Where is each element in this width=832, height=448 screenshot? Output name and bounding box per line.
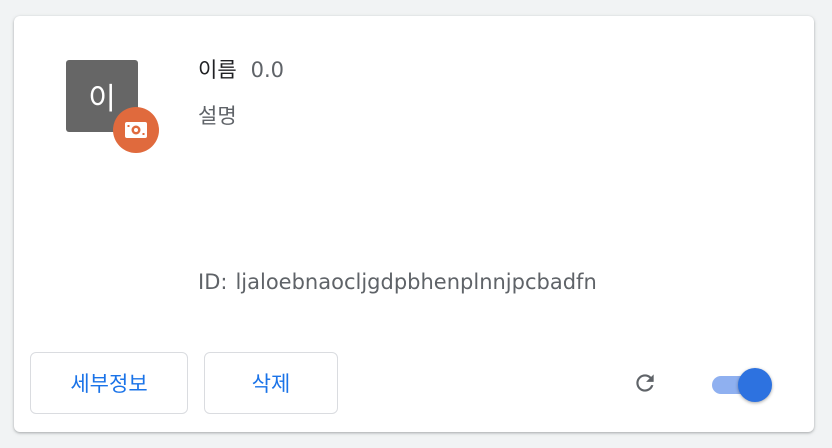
toggle-knob (738, 368, 772, 402)
extension-icon-letter: 이 (88, 82, 116, 117)
extension-version: 0.0 (250, 58, 285, 82)
extension-id-label: ID: (198, 270, 228, 294)
extension-title-row: 이름 0.0 (198, 54, 284, 84)
extension-name: 이름 (198, 58, 237, 82)
enable-toggle[interactable] (710, 368, 776, 402)
remove-button[interactable]: 삭제 (204, 352, 338, 414)
reload-icon (632, 370, 658, 400)
extension-id-value: ljaloebnaocljgdpbhenplnnjpcbadfn (235, 270, 597, 294)
extension-id: ID: ljaloebnaocljgdpbhenplnnjpcbadfn (198, 270, 597, 294)
unpacked-extension-icon (113, 107, 159, 153)
extension-description: 설명 (198, 104, 237, 128)
extension-card: 이 이름 0.0 설명 ID: ljaloebnaocljgdpbhenplnn… (14, 16, 814, 432)
details-button[interactable]: 세부정보 (30, 352, 188, 414)
reload-button[interactable] (628, 368, 662, 402)
